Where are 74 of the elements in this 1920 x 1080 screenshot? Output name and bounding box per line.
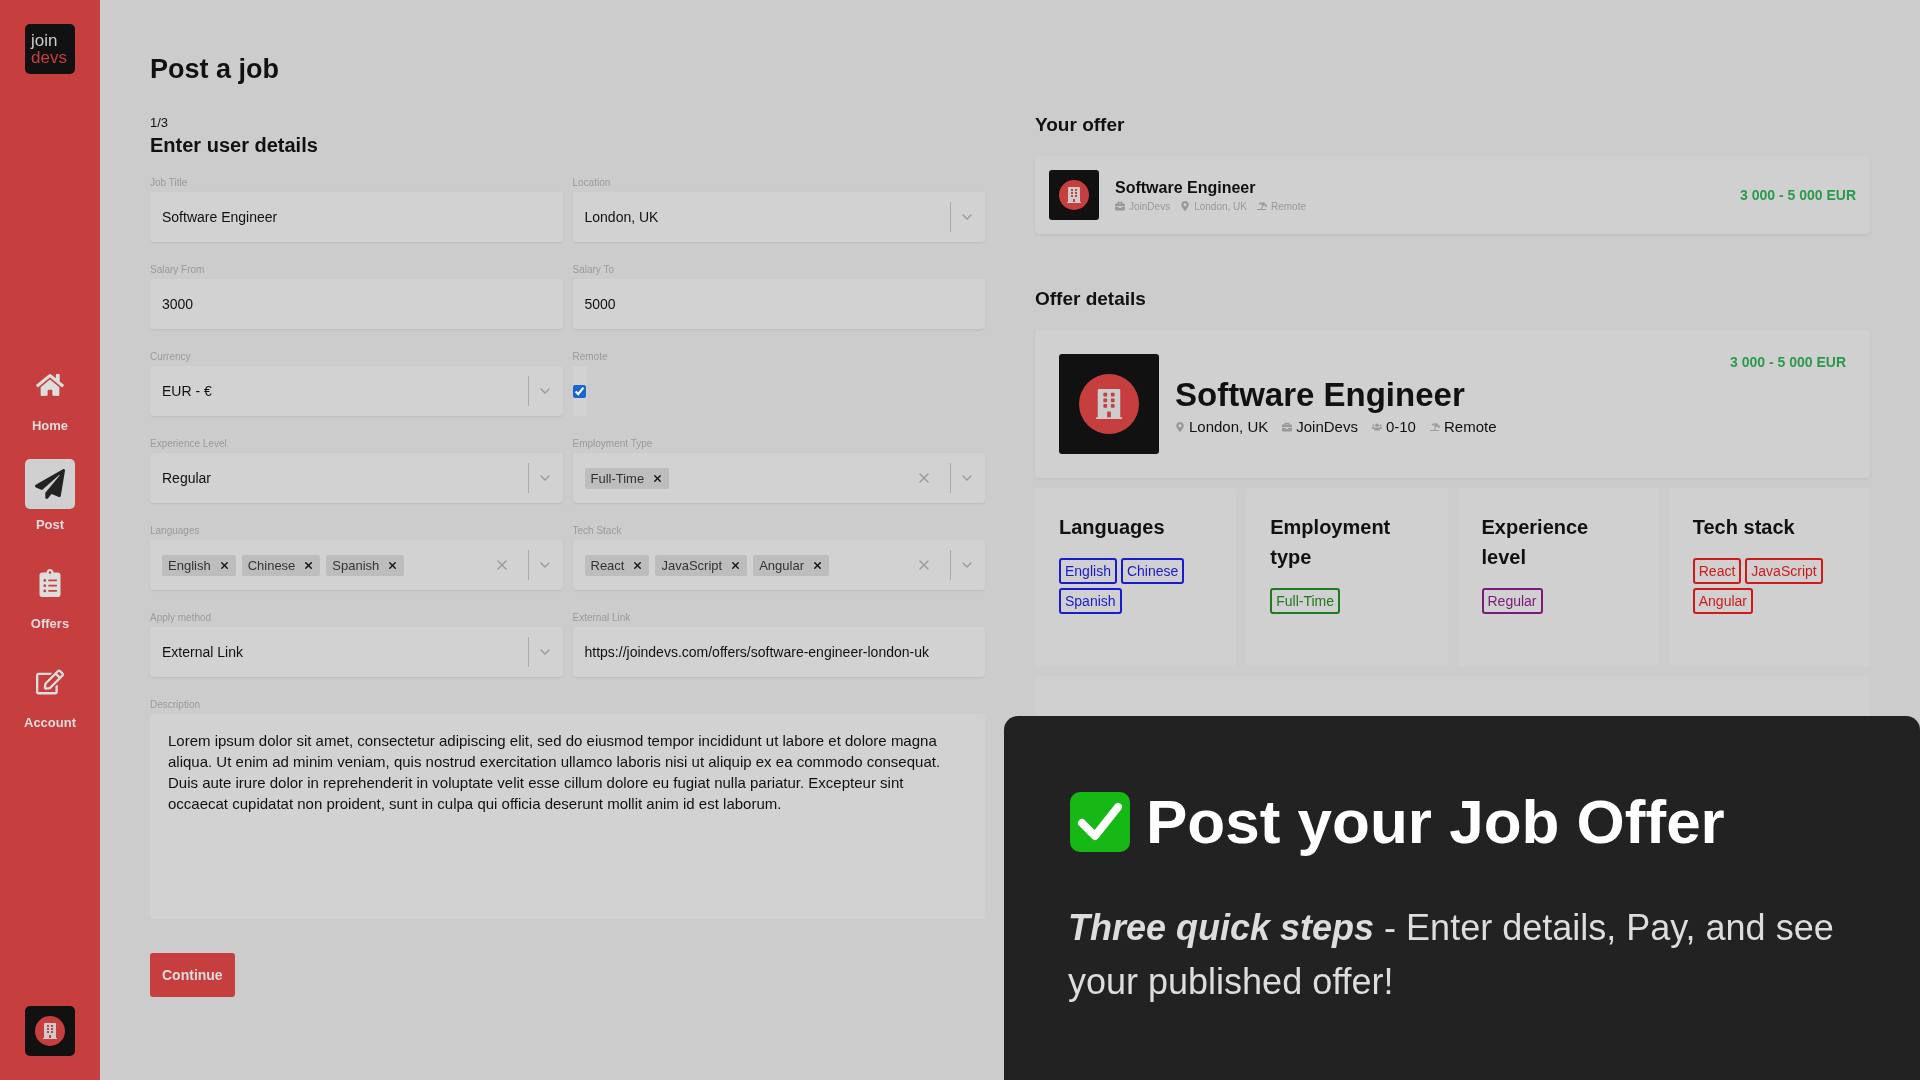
nav-item[interactable]: Account <box>24 657 76 730</box>
remove-icon[interactable] <box>730 559 742 571</box>
tag-chip[interactable]: Chinese <box>241 554 321 576</box>
building-icon <box>42 1023 58 1039</box>
text-field[interactable]: Software Engineer <box>150 192 563 242</box>
nav-item[interactable]: Home <box>25 360 75 433</box>
edit-icon <box>36 668 64 696</box>
map-pin-icon <box>1175 421 1185 432</box>
remove-icon[interactable] <box>218 559 230 571</box>
umbrella-icon <box>1256 201 1267 211</box>
team-size-text: 0-10 <box>1385 418 1416 435</box>
banner-title: Post your Job Offer <box>1146 786 1725 857</box>
remove-icon[interactable] <box>303 559 315 571</box>
multi-select-field[interactable]: English Chinese Spanish <box>150 540 563 590</box>
tag: Full-Time <box>1270 588 1341 614</box>
remote-checkbox[interactable] <box>572 384 586 398</box>
offer-title: Software Engineer <box>1115 178 1257 197</box>
step-counter: 1/3 <box>150 115 170 130</box>
nav-item[interactable]: Offers <box>25 558 75 631</box>
section-heading: Offer details <box>1035 288 1147 310</box>
tag: Angular <box>1692 588 1753 614</box>
work-mode-text: Remote <box>1443 418 1497 435</box>
tag: English <box>1059 558 1117 584</box>
select-field[interactable]: External Link <box>150 627 563 677</box>
tag-chip[interactable]: React <box>584 554 650 576</box>
remove-icon[interactable] <box>387 559 399 571</box>
briefcase-icon <box>1115 201 1125 211</box>
card-title: Tech stack <box>1692 515 1796 540</box>
select-field[interactable]: EUR - € <box>150 366 563 416</box>
tag-chip[interactable]: Angular <box>753 554 829 576</box>
check-icon <box>1068 789 1132 854</box>
people-icon <box>1371 421 1382 432</box>
remove-icon[interactable] <box>812 559 823 571</box>
description-textarea[interactable]: Lorem ipsum dolor sit amet, consectetur adipiscing elit, sed do eiusmod tempor incididunt ut labore et dolore magna aliqua. Ut enim ad minim veniam, quis nostrud exercitation ullamco laboris nisi ut aliquip ex ea commodo consequat. Duis aute irure dolor in reprehenderit in voluptate velit esse cillum dolore eu fugiat nulla pariatur. Excepteur sint occaecat cupidatat non proident, sunt in culpa qui officia deserunt mollit anim id est laborum. <box>150 714 985 919</box>
location-text: London, UK <box>1189 418 1269 435</box>
section-heading: Enter user details <box>150 134 319 157</box>
banner-subtitle: Three quick steps - Enter details, Pay, and see your published offer! <box>1068 906 1835 1004</box>
briefcase-icon <box>1282 421 1293 432</box>
text-field[interactable]: https://joindevs.com/offers/software-engineer-london-uk <box>572 627 985 677</box>
company-avatar[interactable] <box>25 1006 75 1056</box>
select-field[interactable]: Regular <box>150 453 563 503</box>
multi-select-field[interactable]: React JavaScript Angular <box>572 540 985 590</box>
section-heading: Your offer <box>1035 114 1126 136</box>
tag-chip[interactable]: Spanish <box>326 554 405 576</box>
card-title: Employment type <box>1270 515 1392 570</box>
home-icon <box>36 371 64 399</box>
salary-range: 3 000 - 5 000 EUR <box>1740 187 1856 203</box>
continue-button[interactable]: Continue <box>150 953 235 997</box>
paper-plane-icon <box>35 469 65 499</box>
tag: Chinese <box>1120 558 1185 584</box>
card-title: Experience level <box>1481 515 1590 570</box>
building-icon <box>1094 389 1124 419</box>
tag-chip[interactable]: Full-Time <box>584 467 670 489</box>
umbrella-icon <box>1429 421 1440 432</box>
page-title: Post a job <box>150 54 280 85</box>
tag-chip[interactable]: English <box>162 554 236 576</box>
tag: Spanish <box>1059 588 1122 614</box>
tag: Regular <box>1481 588 1543 614</box>
salary-range: 3 000 - 5 000 EUR <box>1730 354 1846 370</box>
text-field[interactable]: 3000 <box>150 279 563 329</box>
text-field[interactable]: 5000 <box>572 279 985 329</box>
remove-icon[interactable] <box>632 559 644 571</box>
select-field[interactable]: London, UK <box>572 192 985 242</box>
logo[interactable]: join devs <box>25 24 75 74</box>
tag: React <box>1692 558 1742 584</box>
remove-icon[interactable] <box>652 472 664 484</box>
building-icon <box>1066 187 1082 203</box>
multi-select-field[interactable]: Full-Time <box>572 453 985 503</box>
map-pin-icon <box>1180 201 1191 211</box>
tag: JavaScript <box>1745 558 1823 584</box>
card-title: Languages <box>1059 515 1166 540</box>
offer-title: Software Engineer <box>1175 376 1466 414</box>
tag-chip[interactable]: JavaScript <box>655 554 748 576</box>
company-name: JoinDevs <box>1296 418 1358 435</box>
